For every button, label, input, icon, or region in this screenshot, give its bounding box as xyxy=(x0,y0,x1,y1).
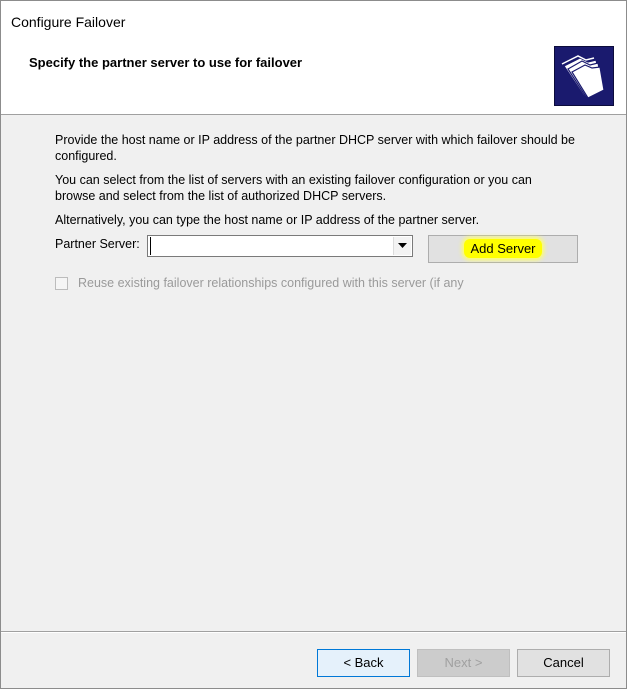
configure-failover-dialog: Configure Failover Specify the partner s… xyxy=(0,0,627,689)
wizard-header: Specify the partner server to use for fa… xyxy=(1,39,626,115)
window-title: Configure Failover xyxy=(11,14,126,30)
cancel-button[interactable]: Cancel xyxy=(517,649,610,677)
instruction-text: Alternatively, you can type the host nam… xyxy=(55,213,480,227)
add-server-button-label: Add Server xyxy=(464,239,542,258)
reuse-relationships-label: Reuse existing failover relationships co… xyxy=(78,276,464,290)
back-button[interactable]: < Back xyxy=(317,649,410,677)
partner-server-row: Partner Server: Add Server xyxy=(55,235,585,263)
instruction-text: You can select from the list of servers … xyxy=(55,173,532,203)
partner-server-input[interactable] xyxy=(150,237,393,255)
chevron-down-icon[interactable] xyxy=(393,237,411,255)
reuse-relationships-row: Reuse existing failover relationships co… xyxy=(55,276,525,293)
instruction-text: Provide the host name or IP address of t… xyxy=(55,133,575,163)
title-bar: Configure Failover xyxy=(1,1,626,39)
partner-server-label: Partner Server: xyxy=(55,237,140,251)
folders-icon xyxy=(554,46,614,106)
reuse-relationships-checkbox[interactable] xyxy=(55,277,68,290)
partner-server-combobox[interactable] xyxy=(147,235,413,257)
next-button[interactable]: Next > xyxy=(417,649,510,677)
page-heading: Specify the partner server to use for fa… xyxy=(29,55,303,70)
instructions: Provide the host name or IP address of t… xyxy=(55,132,575,236)
add-server-button[interactable]: Add Server xyxy=(428,235,578,263)
footer-divider-highlight xyxy=(1,632,626,633)
